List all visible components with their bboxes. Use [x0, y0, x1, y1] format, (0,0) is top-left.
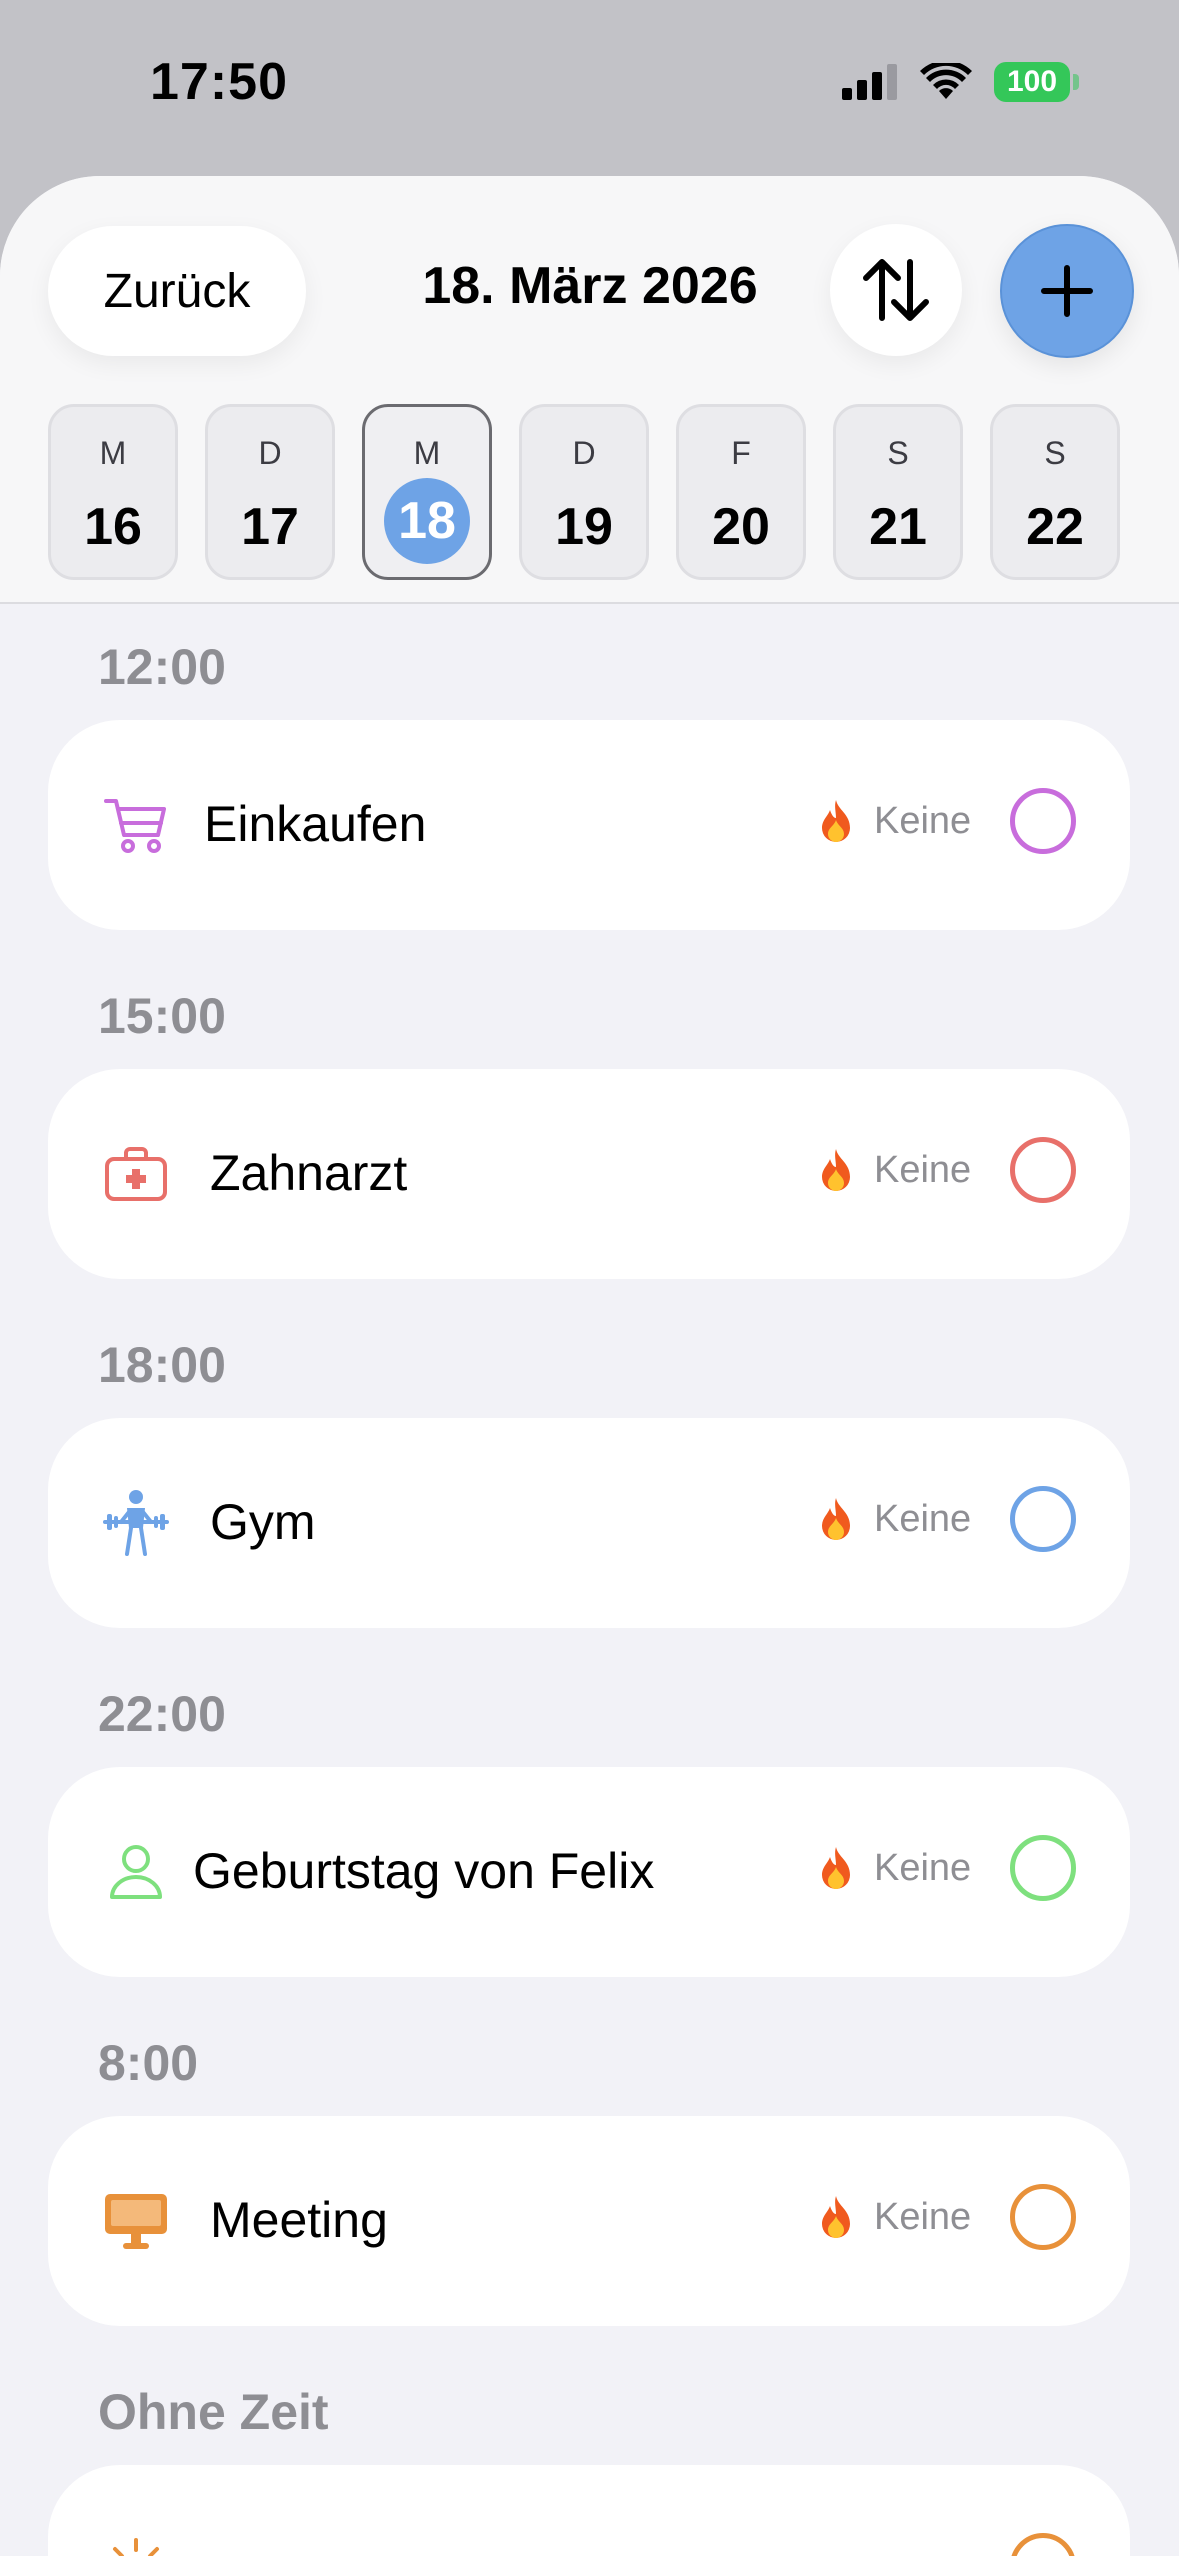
day-number: 20	[712, 498, 770, 556]
flame-icon	[816, 2194, 856, 2250]
flame-icon	[816, 1147, 856, 1203]
day-letter: M	[413, 435, 441, 471]
flame-icon	[816, 1496, 856, 1552]
section-time-label: 8:00	[98, 2035, 199, 2091]
completion-checkbox[interactable]	[1010, 1486, 1076, 1552]
sun-icon	[98, 2532, 174, 2556]
week-strip: M 16 D 17 M 18 D 19 F 20 S 21 S 22	[48, 404, 1120, 580]
plus-icon	[1041, 265, 1093, 317]
day-16[interactable]: M 16	[48, 404, 178, 580]
day-number: 21	[869, 498, 927, 556]
sheet-header: Zurück 18. März 2026 M 16 D 17 M 18 D 19 F 20 S 21 S…	[0, 176, 1179, 604]
task-card[interactable]: Geburtstag von Felix Keine	[48, 1767, 1130, 1977]
back-button[interactable]: Zurück	[48, 226, 306, 356]
wifi-icon	[920, 63, 972, 99]
task-title: Geburtstag von Felix	[193, 1843, 655, 1899]
task-streak-status: Keine	[874, 1149, 972, 1191]
desktop-computer-icon	[98, 2183, 174, 2259]
day-letter: S	[887, 435, 909, 471]
battery-level: 100	[994, 62, 1070, 102]
arrow-up-down-icon	[863, 259, 929, 321]
day-sheet: Zurück 18. März 2026 M 16 D 17 M 18 D 19 F 20 S 21 S…	[0, 176, 1179, 2556]
status-bar: 17:50 100	[0, 0, 1179, 175]
completion-checkbox[interactable]	[1010, 2184, 1076, 2250]
day-19[interactable]: D 19	[519, 404, 649, 580]
task-card[interactable]: Meeting Keine	[48, 2116, 1130, 2326]
completion-checkbox[interactable]	[1010, 1835, 1076, 1901]
section-time-label: 12:00	[98, 639, 226, 695]
day-letter: D	[572, 435, 596, 471]
day-17[interactable]: D 17	[205, 404, 335, 580]
day-letter: D	[258, 435, 282, 471]
task-card[interactable]: Einkaufen Keine	[48, 720, 1130, 930]
task-title: Meeting	[210, 2192, 388, 2248]
task-title: Zahnarzt	[210, 1145, 408, 1201]
day-letter: M	[99, 435, 127, 471]
day-number: 22	[1026, 498, 1084, 556]
day-letter: S	[1044, 435, 1066, 471]
day-20[interactable]: F 20	[676, 404, 806, 580]
cellular-signal-icon	[842, 64, 897, 100]
section-time-label: 22:00	[98, 1686, 226, 1742]
status-icons: 100	[842, 62, 1079, 102]
completion-checkbox[interactable]	[1010, 788, 1076, 854]
day-18[interactable]: M 18	[362, 404, 492, 580]
day-number: 18	[384, 478, 470, 564]
day-22[interactable]: S 22	[990, 404, 1120, 580]
person-icon	[98, 1834, 174, 1910]
completion-checkbox[interactable]	[1010, 2533, 1076, 2556]
status-time: 17:50	[150, 53, 288, 111]
day-number: 16	[84, 498, 142, 556]
sort-button[interactable]	[830, 224, 962, 356]
task-card[interactable]	[48, 2465, 1130, 2556]
date-title: 18. März 2026	[422, 257, 758, 315]
add-button[interactable]	[1000, 224, 1134, 358]
task-card[interactable]: Gym Keine	[48, 1418, 1130, 1628]
task-title: Einkaufen	[204, 796, 427, 852]
day-letter: F	[731, 435, 751, 471]
medical-kit-icon	[98, 1136, 174, 1212]
task-title: Gym	[210, 1494, 316, 1550]
flame-icon	[816, 798, 856, 854]
section-time-label: 15:00	[98, 988, 226, 1044]
day-21[interactable]: S 21	[833, 404, 963, 580]
task-streak-status: Keine	[874, 1498, 972, 1540]
completion-checkbox[interactable]	[1010, 1137, 1076, 1203]
day-number: 17	[241, 498, 299, 556]
battery-indicator: 100	[994, 62, 1079, 102]
flame-icon	[816, 1845, 856, 1901]
day-number: 19	[555, 498, 613, 556]
task-streak-status: Keine	[874, 800, 972, 842]
weightlifter-icon	[98, 1485, 174, 1561]
shopping-cart-icon	[98, 787, 174, 863]
section-time-label: Ohne Zeit	[98, 2384, 329, 2440]
task-streak-status: Keine	[874, 2196, 972, 2238]
section-time-label: 18:00	[98, 1337, 226, 1393]
task-card[interactable]: Zahnarzt Keine	[48, 1069, 1130, 1279]
task-streak-status: Keine	[874, 1847, 972, 1889]
